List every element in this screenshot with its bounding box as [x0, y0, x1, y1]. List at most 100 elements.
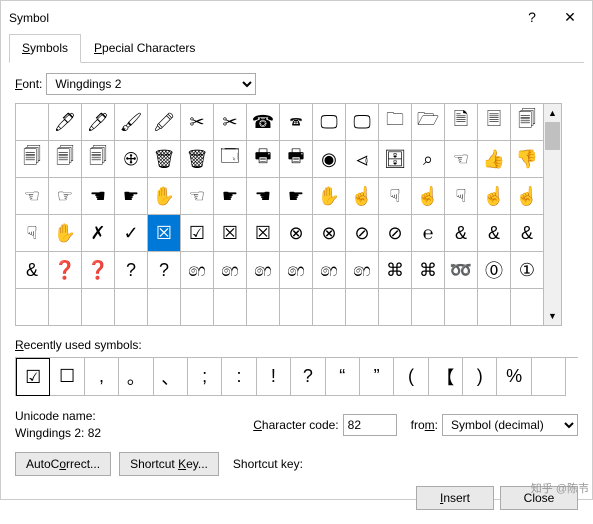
symbol-cell[interactable]: ☞: [49, 178, 82, 215]
font-select[interactable]: Wingdings 2: [46, 73, 256, 95]
close-icon[interactable]: ✕: [560, 9, 580, 26]
recent-symbol-cell[interactable]: “: [326, 358, 360, 396]
symbol-cell[interactable]: ☒: [148, 215, 181, 252]
symbol-cell[interactable]: ❓: [49, 252, 82, 289]
symbol-cell[interactable]: ⊘: [379, 215, 412, 252]
help-button[interactable]: ?: [522, 9, 542, 26]
symbol-cell[interactable]: ☛: [214, 178, 247, 215]
symbol-cell[interactable]: &: [16, 252, 49, 289]
autocorrect-button[interactable]: AutoCorrect...: [15, 452, 111, 476]
symbol-cell[interactable]: ✗: [82, 215, 115, 252]
symbol-cell[interactable]: [49, 289, 82, 326]
symbol-cell[interactable]: ☟: [445, 178, 478, 215]
symbol-cell[interactable]: ෨: [181, 252, 214, 289]
symbol-cell[interactable]: ➿: [445, 252, 478, 289]
symbol-cell[interactable]: ☝: [511, 178, 544, 215]
symbol-cell[interactable]: ⊗: [280, 215, 313, 252]
symbol-cell[interactable]: &: [478, 215, 511, 252]
symbol-cell[interactable]: ☚: [247, 178, 280, 215]
symbol-cell[interactable]: [412, 289, 445, 326]
symbol-cell[interactable]: 🕀: [115, 141, 148, 178]
symbol-cell[interactable]: ⏿: [346, 141, 379, 178]
symbol-cell[interactable]: 🗐: [16, 141, 49, 178]
symbol-cell[interactable]: [181, 289, 214, 326]
symbol-cell[interactable]: ⊘: [346, 215, 379, 252]
symbol-cell[interactable]: ⓪: [478, 252, 511, 289]
symbol-cell[interactable]: ☚: [82, 178, 115, 215]
symbol-cell[interactable]: ⌘: [412, 252, 445, 289]
symbol-cell[interactable]: ✋: [148, 178, 181, 215]
grid-scrollbar[interactable]: ▲ ▼: [544, 103, 562, 326]
symbol-cell[interactable]: 🕿: [280, 104, 313, 141]
recent-symbol-cell[interactable]: !: [257, 358, 291, 396]
symbol-cell[interactable]: ⌕: [412, 141, 445, 178]
symbol-cell[interactable]: ✂: [214, 104, 247, 141]
scroll-up-icon[interactable]: ▲: [544, 104, 561, 122]
symbol-cell[interactable]: ⊗: [313, 215, 346, 252]
symbol-cell[interactable]: ✂: [181, 104, 214, 141]
recent-symbol-cell[interactable]: ?: [291, 358, 325, 396]
symbol-cell[interactable]: &: [445, 215, 478, 252]
symbol-cell[interactable]: [214, 289, 247, 326]
symbol-cell[interactable]: [511, 289, 544, 326]
symbol-cell[interactable]: 👍: [478, 141, 511, 178]
recent-symbol-cell[interactable]: ”: [360, 358, 394, 396]
symbol-cell[interactable]: [16, 289, 49, 326]
recent-symbol-cell[interactable]: %: [497, 358, 531, 396]
symbol-cell[interactable]: [16, 104, 49, 141]
recent-symbol-cell[interactable]: ☑: [16, 358, 50, 396]
symbol-cell[interactable]: [379, 289, 412, 326]
symbol-cell[interactable]: 🖌: [115, 104, 148, 141]
symbol-cell[interactable]: ⌘: [379, 252, 412, 289]
recent-symbol-cell[interactable]: (: [394, 358, 428, 396]
symbol-cell[interactable]: 🖊: [82, 104, 115, 141]
symbol-cell[interactable]: ☟: [379, 178, 412, 215]
scroll-track[interactable]: [544, 122, 561, 307]
symbol-cell[interactable]: ❓: [82, 252, 115, 289]
symbol-cell[interactable]: [115, 289, 148, 326]
symbol-cell[interactable]: 🗀: [379, 104, 412, 141]
recent-symbol-cell[interactable]: ;: [188, 358, 222, 396]
symbol-cell[interactable]: ☝: [478, 178, 511, 215]
symbol-cell[interactable]: [148, 289, 181, 326]
symbol-cell[interactable]: 🗏: [478, 104, 511, 141]
symbol-cell[interactable]: [346, 289, 379, 326]
symbol-cell[interactable]: ☛: [115, 178, 148, 215]
symbol-cell[interactable]: 🖶: [280, 141, 313, 178]
symbol-cell[interactable]: 🗁: [412, 104, 445, 141]
symbol-cell[interactable]: 🖶: [247, 141, 280, 178]
symbol-cell[interactable]: ☒: [214, 215, 247, 252]
symbol-cell[interactable]: ෨: [313, 252, 346, 289]
symbol-cell[interactable]: &: [511, 215, 544, 252]
symbol-cell[interactable]: ☜: [181, 178, 214, 215]
symbol-cell[interactable]: ෨: [280, 252, 313, 289]
scroll-down-icon[interactable]: ▼: [544, 307, 561, 325]
symbol-cell[interactable]: ☜: [445, 141, 478, 178]
symbol-cell[interactable]: [247, 289, 280, 326]
recent-symbol-cell[interactable]: 【: [429, 358, 463, 396]
symbol-cell[interactable]: ?: [115, 252, 148, 289]
recent-symbol-cell[interactable]: :: [222, 358, 256, 396]
symbol-cell[interactable]: 🗑: [148, 141, 181, 178]
symbol-cell[interactable]: 👎: [511, 141, 544, 178]
symbol-cell[interactable]: ☑: [181, 215, 214, 252]
symbol-cell[interactable]: ☜: [16, 178, 49, 215]
character-code-input[interactable]: [343, 414, 397, 436]
symbol-cell[interactable]: ☎: [247, 104, 280, 141]
symbol-cell[interactable]: [313, 289, 346, 326]
symbol-cell[interactable]: ①: [511, 252, 544, 289]
symbol-cell[interactable]: ℮: [412, 215, 445, 252]
symbol-cell[interactable]: 🗐: [82, 141, 115, 178]
symbol-cell[interactable]: 🗑: [181, 141, 214, 178]
symbol-cell[interactable]: ෨: [346, 252, 379, 289]
symbol-cell[interactable]: ✋: [313, 178, 346, 215]
recent-symbol-cell[interactable]: ,: [85, 358, 119, 396]
recent-symbol-cell[interactable]: 。: [119, 358, 153, 396]
symbol-cell[interactable]: 🗐: [49, 141, 82, 178]
symbol-cell[interactable]: 🖍: [148, 104, 181, 141]
scroll-thumb[interactable]: [545, 122, 560, 150]
insert-button[interactable]: Insert: [416, 486, 494, 510]
symbol-cell[interactable]: [478, 289, 511, 326]
tab-special-characters[interactable]: Ppecial Characters: [81, 34, 208, 62]
symbol-cell[interactable]: [82, 289, 115, 326]
